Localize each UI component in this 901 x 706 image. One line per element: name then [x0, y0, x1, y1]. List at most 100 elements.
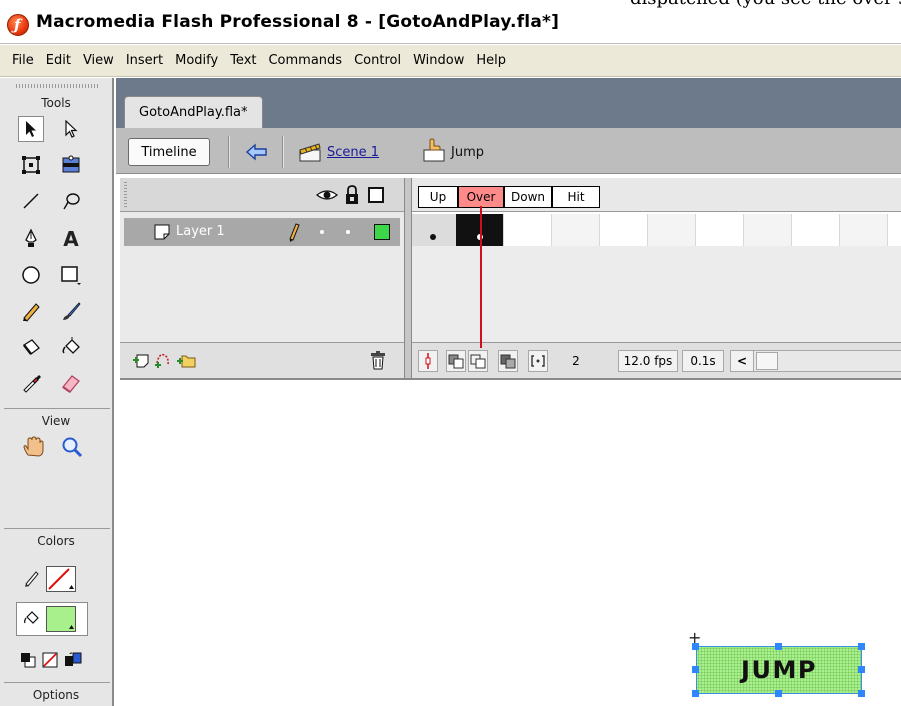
frame-label-down[interactable]: Down [504, 186, 552, 208]
text-icon[interactable]: A [58, 226, 84, 252]
selection-handle[interactable] [775, 643, 782, 650]
pen-icon[interactable] [18, 226, 44, 252]
menu-help[interactable]: Help [470, 53, 512, 68]
oval-icon[interactable] [18, 262, 44, 288]
black-white-icon[interactable] [18, 650, 38, 670]
onion-skin-outlines-icon[interactable] [468, 350, 488, 372]
keyframe-cell[interactable] [412, 214, 460, 246]
insert-layer-icon[interactable] [132, 351, 150, 373]
view-header: View [41, 414, 71, 428]
edit-bar [116, 128, 901, 174]
layer-row[interactable]: Layer 1 [124, 218, 400, 246]
frame-label-hit[interactable]: Hit [552, 186, 600, 208]
stroke-color-icon [20, 566, 44, 590]
frame-rate[interactable]: 12.0 fps [618, 350, 678, 372]
selection-handle[interactable] [775, 690, 782, 697]
scroll-left-button[interactable]: < [730, 350, 754, 372]
menu-view[interactable]: View [77, 53, 120, 68]
ink-bottle-icon[interactable] [18, 334, 44, 360]
eraser-icon[interactable] [58, 370, 84, 396]
options-header: Options [32, 688, 80, 702]
playhead[interactable] [480, 206, 482, 348]
selection-handle[interactable] [692, 666, 699, 673]
pencil-icon[interactable] [18, 298, 44, 324]
current-frame: 2 [572, 354, 580, 368]
layer-name[interactable]: Layer 1 [176, 224, 225, 239]
document-tab[interactable]: GotoAndPlay.fla* [124, 96, 263, 128]
tools-panel: Tools A View Colors Options [0, 78, 114, 706]
insert-folder-icon[interactable] [176, 351, 196, 373]
scene-link[interactable]: Scene 1 [327, 145, 379, 160]
frame-label-over[interactable]: Over [458, 186, 504, 208]
menu-commands[interactable]: Commands [262, 53, 348, 68]
lock-icon[interactable] [344, 185, 360, 209]
gradient-transform-icon[interactable] [58, 152, 84, 178]
timeline-grip[interactable] [124, 182, 127, 208]
menu-edit[interactable]: Edit [40, 53, 77, 68]
outline-color-box[interactable] [374, 224, 390, 240]
frame-cell[interactable] [504, 214, 552, 246]
scene-clapper-icon [298, 141, 322, 163]
timeline-scrollbar[interactable] [754, 350, 901, 372]
jump-button-instance[interactable]: JUMP [696, 646, 862, 694]
tools-header: Tools [41, 96, 71, 110]
menu-modify[interactable]: Modify [169, 53, 224, 68]
zoom-icon[interactable] [58, 433, 86, 461]
panel-grip[interactable] [16, 84, 98, 88]
lasso-icon[interactable] [58, 188, 84, 214]
frame-label-up[interactable]: Up [418, 186, 458, 208]
subselect-icon[interactable] [58, 116, 84, 142]
selection-handle[interactable] [692, 643, 699, 650]
center-frame-icon[interactable] [418, 350, 438, 372]
symbol-label[interactable]: Jump [451, 145, 484, 160]
frame-cell[interactable] [696, 214, 744, 246]
frame-cell[interactable] [744, 214, 792, 246]
rectangle-icon[interactable] [58, 262, 84, 288]
eyedropper-icon[interactable] [18, 370, 44, 396]
swap-colors-icon[interactable] [62, 650, 84, 670]
selection-handle[interactable] [858, 643, 865, 650]
paint-bucket-icon[interactable] [58, 334, 84, 360]
onion-skin-icon[interactable] [446, 350, 466, 372]
timeline-button[interactable]: Timeline [128, 138, 210, 166]
menu-file[interactable]: File [6, 53, 40, 68]
brush-icon[interactable] [58, 298, 84, 324]
frame-cell[interactable] [840, 214, 888, 246]
menu-text[interactable]: Text [224, 53, 262, 68]
line-icon[interactable] [18, 188, 44, 214]
arrow-icon[interactable] [18, 116, 44, 142]
delete-layer-icon[interactable] [370, 350, 386, 374]
free-transform-icon[interactable] [18, 152, 44, 178]
modify-onion-markers-icon[interactable] [528, 350, 548, 372]
edit-bar-divider [282, 136, 284, 168]
pencil-edit-icon [288, 222, 300, 246]
fill-color-swatch[interactable] [46, 606, 76, 632]
frame-cell[interactable] [648, 214, 696, 246]
menu-window[interactable]: Window [407, 53, 470, 68]
stroke-color-swatch[interactable] [46, 566, 76, 592]
lock-dot[interactable] [346, 230, 350, 234]
selection-handle[interactable] [692, 690, 699, 697]
frame-cell[interactable] [792, 214, 840, 246]
edit-multiple-frames-icon[interactable] [498, 350, 518, 372]
frames-empty-area [412, 246, 901, 342]
hand-icon[interactable] [18, 433, 48, 461]
fill-bucket-icon [20, 606, 44, 630]
menu-insert[interactable]: Insert [120, 53, 169, 68]
outline-icon[interactable] [368, 187, 384, 203]
timeline-splitter[interactable] [404, 178, 412, 378]
button-symbol-icon [422, 138, 446, 164]
no-color-icon[interactable] [40, 650, 60, 670]
show-hide-eye-icon[interactable] [315, 187, 339, 207]
add-motion-guide-icon[interactable] [154, 351, 172, 373]
frame-cell[interactable] [600, 214, 648, 246]
selection-handle[interactable] [858, 666, 865, 673]
back-arrow-icon[interactable] [240, 138, 274, 166]
flash-app-icon[interactable]: ƒ [7, 14, 29, 36]
frame-cell[interactable] [552, 214, 600, 246]
keyframe-dot [430, 234, 436, 240]
visibility-dot[interactable] [320, 230, 324, 234]
scrollbar-thumb[interactable] [756, 352, 778, 370]
menu-control[interactable]: Control [348, 53, 407, 68]
selection-handle[interactable] [858, 690, 865, 697]
